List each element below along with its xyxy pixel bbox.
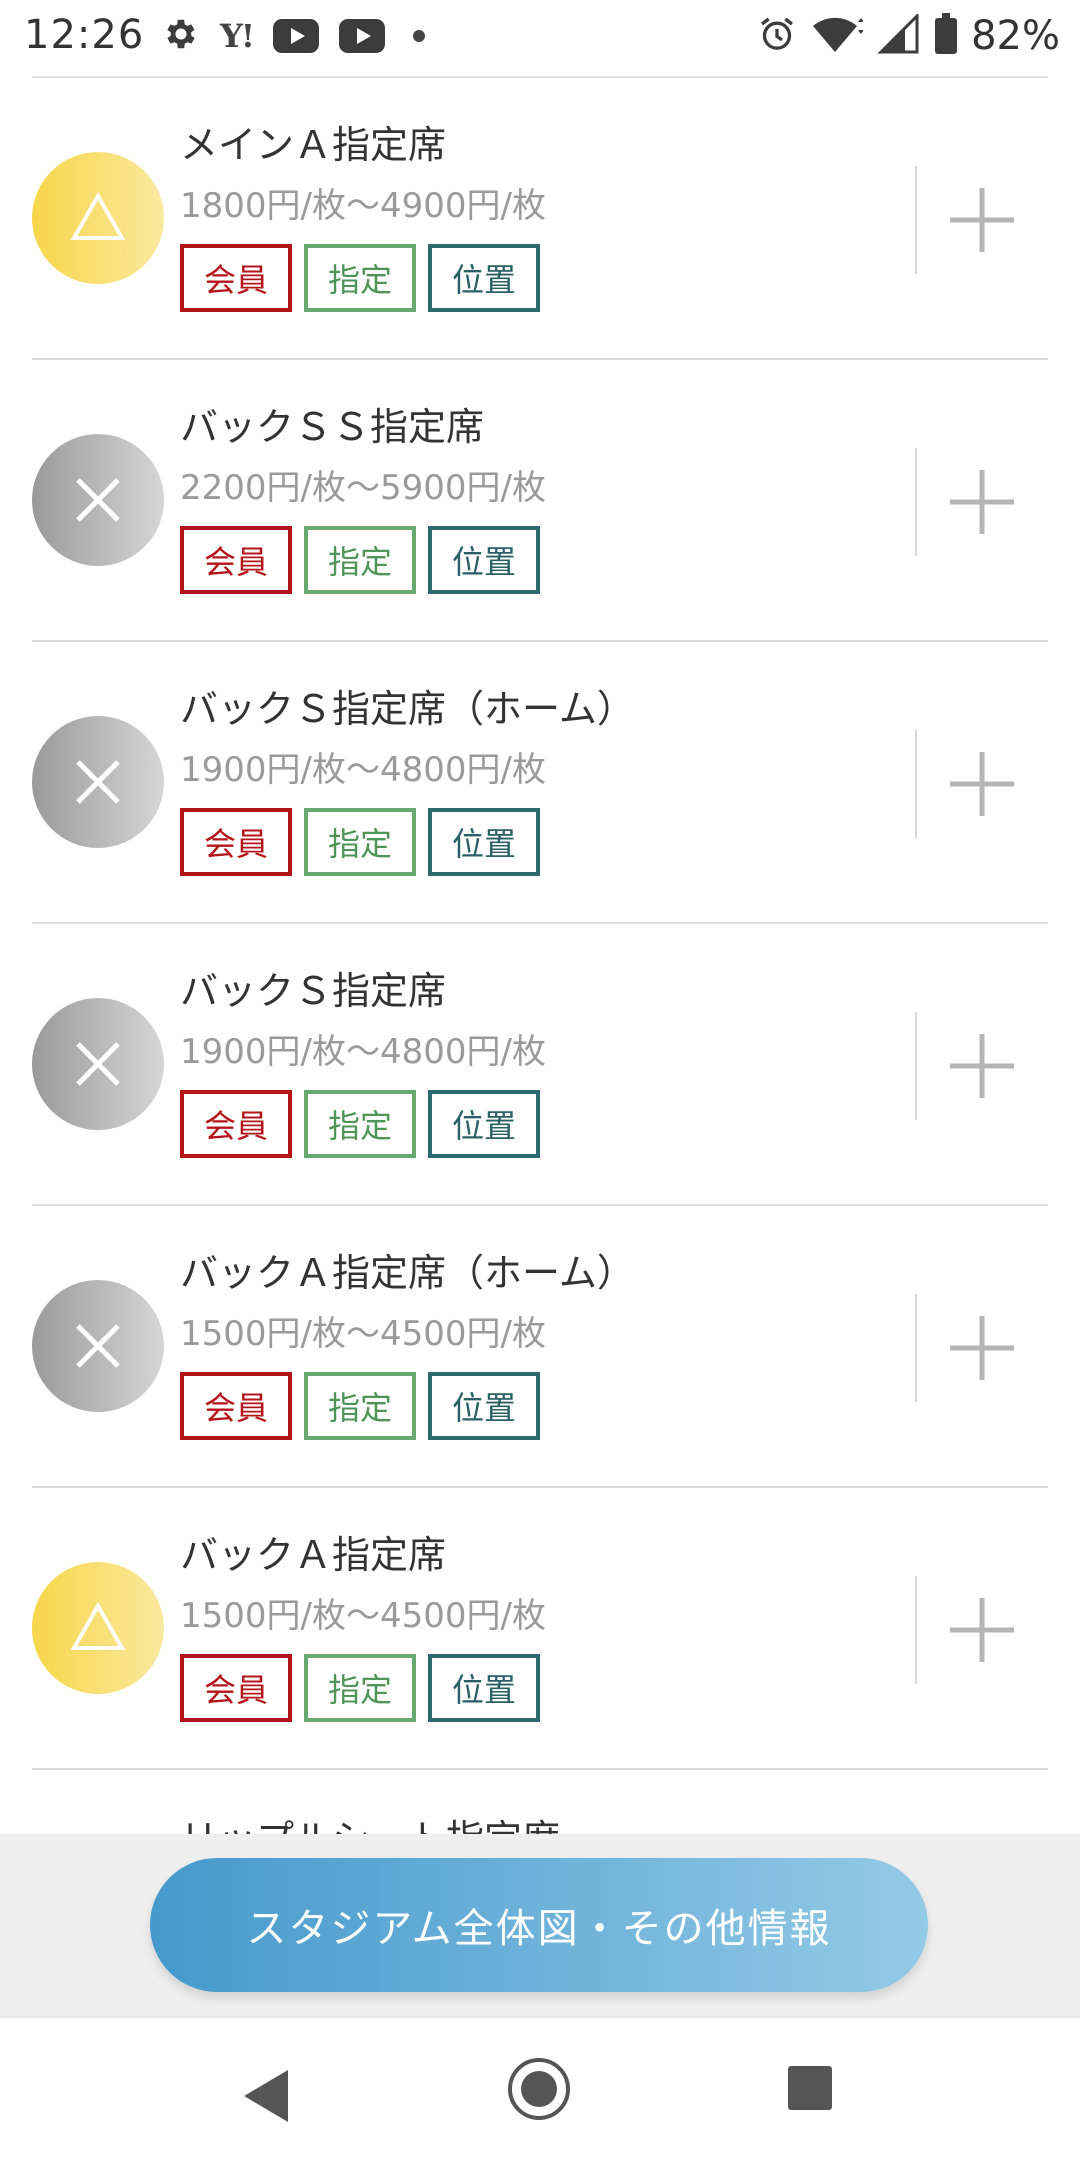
position-tag[interactable]: 位置: [428, 808, 540, 876]
reserved-tag: 指定: [304, 244, 416, 312]
position-tag[interactable]: 位置: [428, 244, 540, 312]
seat-tags: 会員 指定 位置: [180, 808, 540, 876]
status-bar: 12:26 Y! 82%: [0, 0, 1080, 76]
gear-icon: [162, 15, 200, 57]
seat-tags: 会員 指定 位置: [180, 1654, 540, 1722]
seat-row[interactable]: バックＳ指定席 1900円/枚〜4800円/枚 会員 指定 位置: [0, 924, 1080, 1206]
divider: [915, 448, 917, 556]
sold-out-icon: [32, 998, 164, 1130]
plus-icon: [950, 1316, 1014, 1380]
member-tag: 会員: [180, 1372, 292, 1440]
plus-icon: [950, 1598, 1014, 1662]
battery-icon: [935, 13, 958, 54]
divider: [915, 1576, 917, 1684]
seat-row[interactable]: バックＡ指定席 1500円/枚〜4500円/枚 会員 指定 位置: [0, 1488, 1080, 1770]
youtube-icon: [272, 19, 319, 53]
seat-name: バックＳ指定席（ホーム）: [180, 687, 635, 731]
seat-tags: 会員 指定 位置: [180, 244, 540, 312]
seat-price: 1500円/枚〜4500円/枚: [180, 1596, 546, 1636]
seat-row[interactable]: メインＡ指定席 1800円/枚〜4900円/枚 会員 指定 位置: [0, 78, 1080, 360]
sold-out-icon: [32, 1280, 164, 1412]
member-tag: 会員: [180, 808, 292, 876]
navigation-bar: [0, 2016, 1080, 2160]
youtube-icon: [338, 19, 385, 53]
add-button[interactable]: [930, 724, 1034, 844]
seat-price: 1900円/枚〜4800円/枚: [180, 1032, 546, 1072]
member-tag: 会員: [180, 1090, 292, 1158]
seat-list: メインＡ指定席 1800円/枚〜4900円/枚 会員 指定 位置 バックＳＳ指定…: [0, 78, 1080, 1770]
availability-few-icon: [32, 152, 164, 284]
seat-price: 2200円/枚〜5900円/枚: [180, 468, 546, 508]
seat-tags: 会員 指定 位置: [180, 526, 540, 594]
battery-percent: 82%: [971, 13, 1060, 59]
reserved-tag: 指定: [304, 1654, 416, 1722]
home-icon[interactable]: [508, 2058, 570, 2120]
seat-name: バックＳＳ指定席: [180, 405, 485, 449]
status-icons-left: Y!: [162, 14, 425, 58]
availability-few-icon: [32, 1562, 164, 1694]
divider: [915, 730, 917, 838]
yahoo-icon: Y!: [220, 17, 255, 55]
plus-icon: [950, 188, 1014, 252]
member-tag: 会員: [180, 1654, 292, 1722]
seat-tags: 会員 指定 位置: [180, 1090, 540, 1158]
recent-apps-icon[interactable]: [788, 2066, 832, 2110]
reserved-tag: 指定: [304, 1090, 416, 1158]
divider: [915, 166, 917, 274]
row-divider: [32, 1768, 1048, 1770]
member-tag: 会員: [180, 244, 292, 312]
seat-row[interactable]: バックＳ指定席（ホーム） 1900円/枚〜4800円/枚 会員 指定 位置: [0, 642, 1080, 924]
position-tag[interactable]: 位置: [428, 526, 540, 594]
position-tag[interactable]: 位置: [428, 1090, 540, 1158]
status-icons-right: 82%: [757, 12, 1060, 59]
wifi-icon: [811, 14, 865, 58]
member-tag: 会員: [180, 526, 292, 594]
reserved-tag: 指定: [304, 808, 416, 876]
plus-icon: [950, 1034, 1014, 1098]
status-time: 12:26: [24, 12, 145, 58]
seat-row[interactable]: バックＳＳ指定席 2200円/枚〜5900円/枚 会員 指定 位置: [0, 360, 1080, 642]
sold-out-icon: [32, 716, 164, 848]
add-button[interactable]: [930, 442, 1034, 562]
reserved-tag: 指定: [304, 526, 416, 594]
position-tag[interactable]: 位置: [428, 1372, 540, 1440]
stadium-info-button[interactable]: スタジアム全体図・その他情報: [150, 1858, 928, 1992]
dot-icon: [412, 30, 425, 42]
seat-name: バックＡ指定席: [180, 1533, 447, 1577]
seat-price: 1500円/枚〜4500円/枚: [180, 1314, 546, 1354]
add-button[interactable]: [930, 160, 1034, 280]
add-button[interactable]: [930, 1570, 1034, 1690]
seat-row[interactable]: バックＡ指定席（ホーム） 1500円/枚〜4500円/枚 会員 指定 位置: [0, 1206, 1080, 1488]
back-icon[interactable]: [244, 2070, 288, 2122]
seat-name: メインＡ指定席: [180, 123, 447, 167]
seat-price: 1900円/枚〜4800円/枚: [180, 750, 546, 790]
plus-icon: [950, 752, 1014, 816]
add-button[interactable]: [930, 1006, 1034, 1126]
divider: [915, 1294, 917, 1402]
signal-icon: [877, 12, 921, 58]
seat-tags: 会員 指定 位置: [180, 1372, 540, 1440]
seat-price: 1800円/枚〜4900円/枚: [180, 186, 546, 226]
sold-out-icon: [32, 434, 164, 566]
seat-name: バックＳ指定席: [180, 969, 447, 1013]
plus-icon: [950, 470, 1014, 534]
seat-name-partial: リップルシート指定席: [180, 1808, 560, 1836]
seat-name: バックＡ指定席（ホーム）: [180, 1251, 635, 1295]
divider: [915, 1012, 917, 1120]
reserved-tag: 指定: [304, 1372, 416, 1440]
alarm-icon: [757, 14, 797, 58]
position-tag[interactable]: 位置: [428, 1654, 540, 1722]
add-button[interactable]: [930, 1288, 1034, 1408]
